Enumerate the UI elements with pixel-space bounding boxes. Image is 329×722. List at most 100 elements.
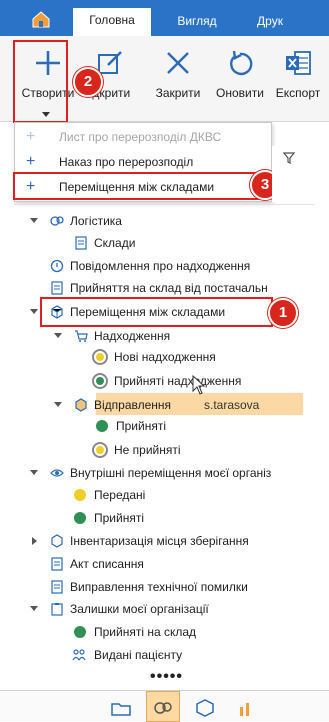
panel-header	[272, 146, 329, 202]
menu-item-highlight-box	[13, 172, 261, 200]
chevron-down-icon[interactable]	[54, 402, 62, 407]
tree-label: Виправлення технічної помилки	[70, 580, 248, 594]
tree-label: Акт списання	[70, 557, 144, 571]
tree-node-accepted-to-stock-2[interactable]: Прийняті на склад	[0, 621, 329, 643]
tree-node-warehouses[interactable]: Склади	[0, 232, 329, 254]
tree-label: Надходження	[94, 329, 171, 343]
tree-label: Прийняті надходження	[114, 374, 242, 388]
refresh-button[interactable]: Оновити	[210, 44, 270, 100]
menu-item-label: Наказ про перерозподіл	[59, 155, 194, 169]
notification-icon	[50, 259, 64, 273]
tree-label: Відправлення	[94, 398, 172, 412]
create-highlight-box	[13, 40, 68, 123]
box-icon	[75, 398, 87, 412]
cart-icon	[75, 330, 88, 342]
tree-label: Прийняті на склад	[94, 625, 197, 639]
status-green-icon	[92, 373, 108, 389]
filter-icon[interactable]	[283, 152, 295, 164]
tree-label: Інвентаризація місця зберігання	[70, 534, 249, 548]
status-green-icon	[74, 512, 86, 524]
ribbon-tabs: Головна Вигляд Друк	[0, 0, 329, 36]
tree-label: Логістика	[70, 214, 122, 228]
callout-badge-1: 1	[268, 298, 298, 328]
status-yellow-icon	[92, 442, 108, 458]
box-icon	[51, 534, 63, 548]
chevron-down-icon[interactable]	[30, 218, 38, 223]
eye-icon	[50, 469, 64, 477]
tree-node-internal-transfers[interactable]: Внутрішні переміщення моєї організ	[0, 462, 329, 484]
refresh-icon	[230, 50, 253, 76]
callout-badge-2: 2	[73, 67, 103, 97]
folder-icon[interactable]	[110, 697, 132, 719]
export-button[interactable]: Експорт	[268, 44, 328, 100]
refresh-label: Оновити	[216, 86, 264, 100]
mouse-pointer-icon	[192, 375, 206, 395]
close-button[interactable]: Закрити	[148, 44, 208, 100]
tree-node-transferred[interactable]: Передані	[0, 484, 329, 506]
box-icon[interactable]	[194, 697, 216, 719]
chart-icon[interactable]	[236, 697, 258, 719]
tree-label: Передані	[94, 488, 146, 502]
chevron-down-icon[interactable]	[54, 333, 62, 338]
export-label: Експорт	[275, 86, 321, 100]
divider	[14, 204, 314, 205]
document-icon	[51, 580, 63, 594]
plus-icon: +	[26, 153, 36, 170]
close-icon	[167, 52, 189, 74]
status-green-icon	[96, 420, 108, 432]
tree-node-logistics[interactable]: Логістика	[0, 210, 329, 232]
status-yellow-icon	[74, 489, 86, 501]
logistics-icon	[50, 216, 64, 226]
tree-node-internal-accepted[interactable]: Прийняті	[0, 507, 329, 529]
tree-label: Внутрішні переміщення моєї організ	[70, 466, 272, 480]
tab-view[interactable]: Вигляд	[162, 9, 232, 36]
tree-label: Прийняті	[116, 419, 166, 433]
tree-label: Повідомлення про надходження	[70, 259, 251, 273]
tree-label: Видані пацієнту	[94, 648, 183, 662]
tree-node-outgoing[interactable]: Відправлення	[0, 394, 329, 416]
tree-node-accepted-to-stock[interactable]: Прийняття на склад від постачальн	[0, 277, 329, 299]
tree-highlight-box	[40, 297, 273, 327]
tree-label: Прийняття на склад від постачальн	[70, 281, 268, 295]
clipboard-icon	[51, 603, 63, 616]
chevron-down-icon[interactable]	[30, 470, 38, 475]
tree-label: Нові надходження	[114, 350, 216, 364]
tab-home[interactable]: Головна	[73, 8, 151, 36]
tree-node-issued-to-patient[interactable]: Видані пацієнту	[0, 644, 329, 666]
tree-label: Залишки моєї організації	[70, 602, 209, 616]
tree-label: Склади	[94, 236, 136, 250]
tree-node-accepted-incoming[interactable]: Прийняті надходження	[0, 370, 329, 392]
bottom-nav	[0, 690, 329, 722]
menu-item-dkvs-letter: + Лист про перерозподіл ДКВС	[15, 125, 271, 149]
status-yellow-icon	[92, 349, 108, 365]
document-icon	[51, 557, 63, 571]
tree-node-not-accepted[interactable]: Не прийняті	[0, 439, 329, 461]
patient-icon	[72, 649, 86, 661]
chevron-down-icon[interactable]	[30, 309, 38, 314]
document-icon	[51, 281, 63, 295]
menu-item-label: Лист про перерозподіл ДКВС	[59, 130, 222, 144]
close-label: Закрити	[155, 86, 201, 100]
chevron-right-icon[interactable]	[32, 537, 37, 545]
status-green-icon	[74, 626, 86, 638]
plus-icon: +	[26, 128, 36, 145]
tree-node-my-balances[interactable]: Залишки моєї організації	[0, 598, 329, 620]
excel-icon	[286, 51, 311, 75]
tree-label: Прийняті	[94, 511, 144, 525]
tree-node-outgoing-accepted[interactable]: Прийняті	[0, 415, 329, 437]
chevron-down-icon[interactable]	[30, 606, 38, 611]
logistics-icon[interactable]	[152, 697, 174, 719]
tab-print[interactable]: Друк	[240, 9, 300, 36]
tree-node-inventory[interactable]: Інвентаризація місця зберігання	[0, 530, 329, 552]
tree-node-writeoff[interactable]: Акт списання	[0, 553, 329, 575]
tree-node-tech-fix[interactable]: Виправлення технічної помилки	[0, 576, 329, 598]
menu-item-redistribution-order[interactable]: + Наказ про перерозподіл	[15, 150, 271, 174]
document-icon	[75, 236, 87, 250]
more-indicator[interactable]: •••••	[150, 668, 183, 686]
tree-label: Не прийняті	[114, 443, 181, 457]
tree-node-new-incoming[interactable]: Нові надходження	[0, 346, 329, 368]
tree-node-incoming[interactable]: Надходження	[0, 325, 329, 347]
home-icon[interactable]	[30, 8, 52, 30]
user-tooltip: s.tarasova	[204, 398, 260, 412]
tree-node-arrival-notice[interactable]: Повідомлення про надходження	[0, 255, 329, 277]
